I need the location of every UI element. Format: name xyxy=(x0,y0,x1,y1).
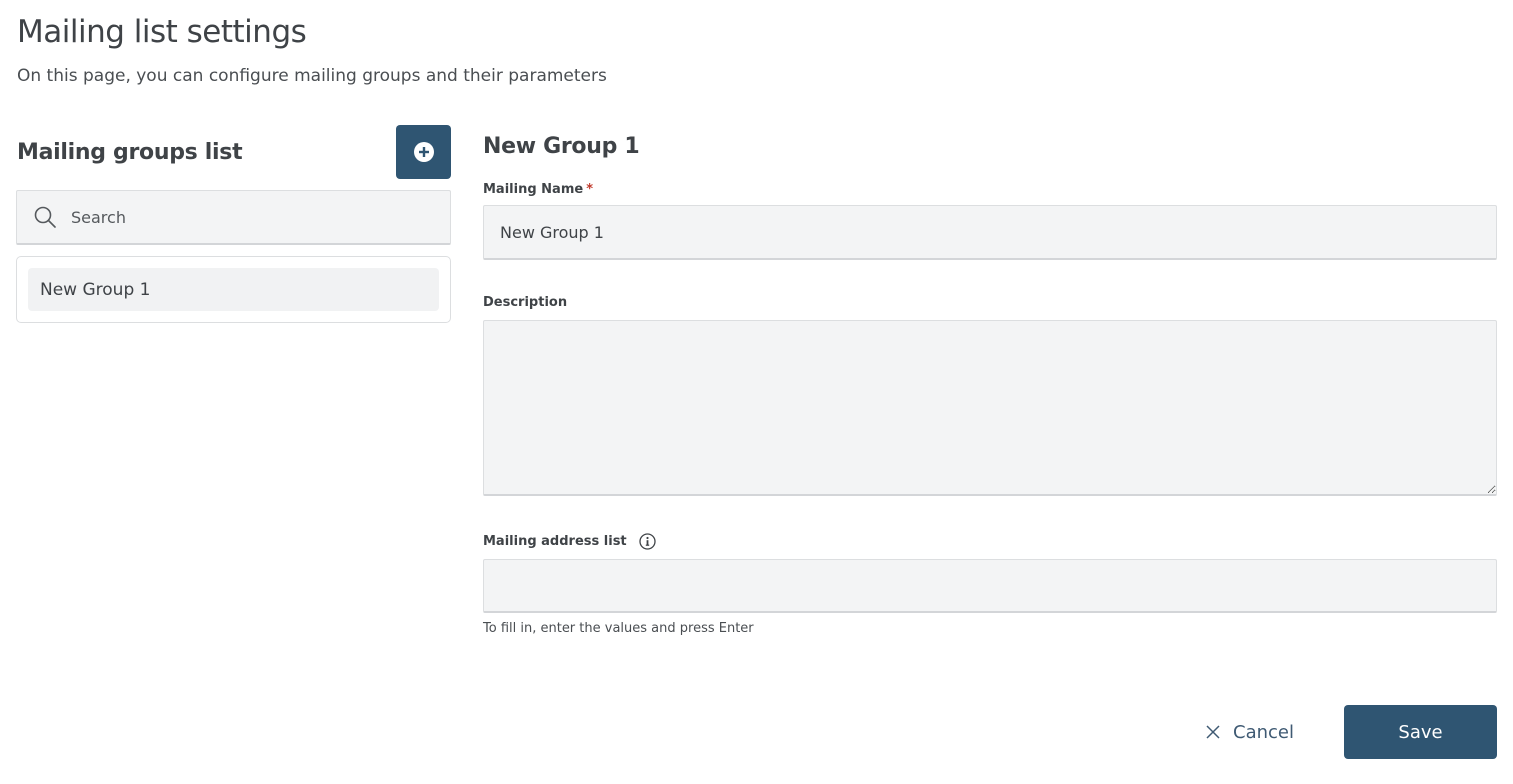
description-label: Description xyxy=(483,295,567,310)
mailing-name-field[interactable] xyxy=(483,205,1497,260)
page-subtitle: On this page, you can configure mailing … xyxy=(17,66,607,86)
add-group-button[interactable] xyxy=(396,125,451,179)
groups-list-title: Mailing groups list xyxy=(17,140,243,165)
search-input[interactable] xyxy=(71,207,411,227)
address-list-label-text: Mailing address list xyxy=(483,534,627,549)
groups-list: New Group 1 xyxy=(16,256,451,323)
mailing-name-label: Mailing Name * xyxy=(483,182,593,197)
required-mark: * xyxy=(586,182,593,197)
form-title: New Group 1 xyxy=(483,134,640,159)
close-icon xyxy=(1205,724,1221,740)
description-field[interactable] xyxy=(483,320,1497,496)
address-list-field[interactable] xyxy=(483,559,1497,613)
search-field[interactable] xyxy=(16,190,451,245)
mailing-settings-page: Mailing list settings On this page, you … xyxy=(0,0,1513,784)
page-title: Mailing list settings xyxy=(17,14,307,50)
list-item[interactable]: New Group 1 xyxy=(28,268,439,311)
save-button[interactable]: Save xyxy=(1344,705,1497,759)
address-list-hint: To fill in, enter the values and press E… xyxy=(483,621,754,636)
info-icon[interactable] xyxy=(639,533,656,550)
description-label-text: Description xyxy=(483,295,568,310)
mailing-name-label-text: Mailing Name xyxy=(483,182,584,197)
cancel-label: Cancel xyxy=(1233,721,1294,743)
plus-circle-icon xyxy=(413,142,434,162)
address-list-label: Mailing address list xyxy=(483,533,656,550)
search-icon xyxy=(34,206,56,228)
cancel-button[interactable]: Cancel xyxy=(1205,714,1294,750)
